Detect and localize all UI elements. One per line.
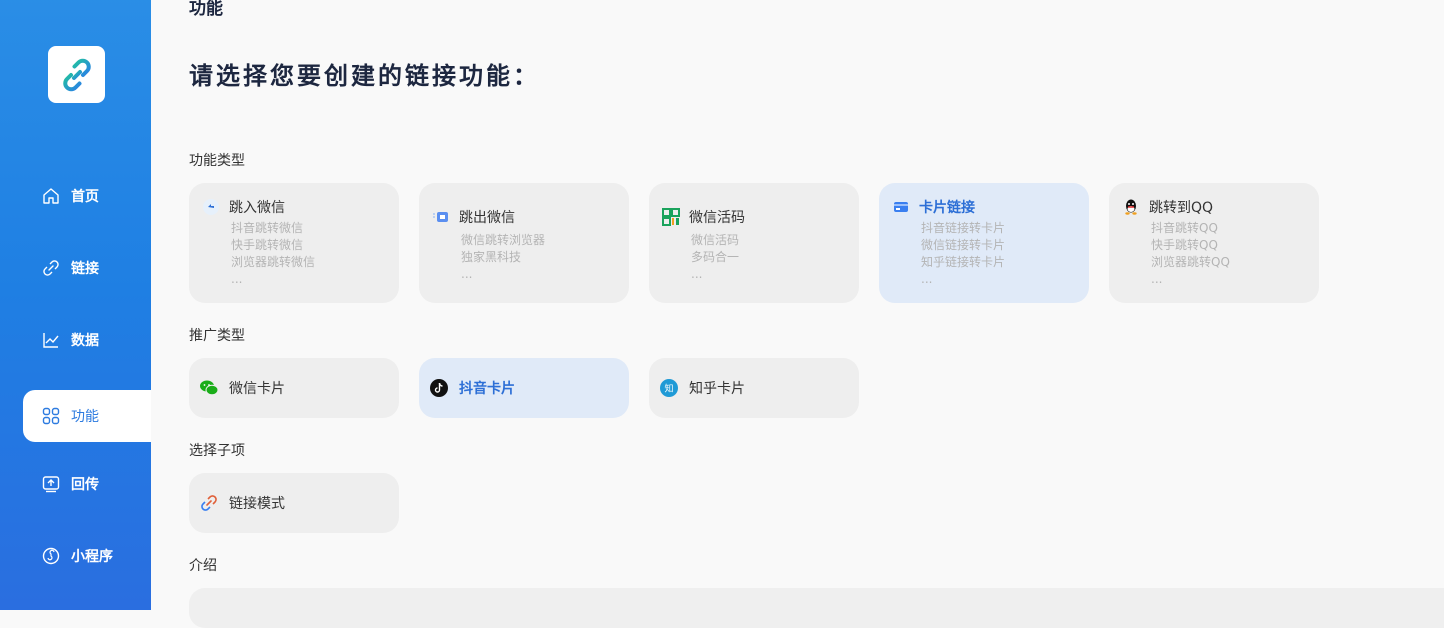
card-desc-line: 抖音跳转QQ	[1151, 220, 1307, 237]
section-sub-item: 选择子项	[189, 440, 245, 460]
promo-card-label: 微信卡片	[229, 378, 285, 398]
sidebar-item-label: 数据	[71, 330, 99, 350]
card-desc-line: 快手跳转QQ	[1151, 237, 1307, 254]
card-desc-line: 抖音链接转卡片	[921, 220, 1077, 237]
grid-icon	[41, 406, 61, 426]
sidebar-item-features[interactable]: 功能	[23, 390, 151, 442]
douyin-icon	[429, 378, 449, 398]
sidebar-item-link[interactable]: 链接	[23, 242, 151, 294]
function-card-jump-in[interactable]: 跳入微信 抖音跳转微信 快手跳转微信 浏览器跳转微信 ...	[189, 183, 399, 303]
sub-item-link-mode[interactable]: 链接模式	[189, 473, 399, 533]
qq-icon	[1121, 197, 1141, 217]
svg-text:知: 知	[664, 383, 673, 395]
function-card-qq[interactable]: 跳转到QQ 抖音跳转QQ 快手跳转QQ 浏览器跳转QQ ...	[1109, 183, 1319, 303]
section-promo-type: 推广类型	[189, 325, 245, 345]
function-card-card-link[interactable]: 卡片链接 抖音链接转卡片 微信链接转卡片 知乎链接转卡片 ...	[879, 183, 1089, 303]
card-icon	[891, 197, 911, 217]
card-desc-line: 微信跳转浏览器	[461, 232, 617, 249]
card-desc-line: 浏览器跳转微信	[231, 254, 387, 271]
card-title: 跳出微信	[459, 207, 515, 227]
card-desc-line: 多码合一	[691, 249, 847, 266]
card-desc-line: 浏览器跳转QQ	[1151, 254, 1307, 271]
sidebar-item-miniprogram[interactable]: 小程序	[23, 530, 151, 582]
zhihu-icon: 知	[659, 378, 679, 398]
card-title: 微信活码	[689, 207, 745, 227]
sidebar-item-home[interactable]: 首页	[23, 170, 151, 222]
card-title: 卡片链接	[919, 197, 975, 217]
promo-card-label: 知乎卡片	[689, 378, 745, 398]
card-desc-line: ...	[921, 271, 1077, 288]
card-desc-line: 微信链接转卡片	[921, 237, 1077, 254]
section-function-type: 功能类型	[189, 150, 245, 170]
card-desc-line: ...	[231, 271, 387, 288]
sidebar-item-label: 首页	[71, 186, 99, 206]
sidebar-item-label: 链接	[71, 258, 99, 278]
card-title: 跳转到QQ	[1149, 197, 1213, 217]
card-desc-line: 快手跳转微信	[231, 237, 387, 254]
card-desc-line: 微信活码	[691, 232, 847, 249]
logo-link-icon	[57, 55, 97, 95]
promo-card-wechat[interactable]: 微信卡片	[189, 358, 399, 418]
breadcrumb: 功能	[189, 0, 223, 19]
card-desc-line: ...	[691, 266, 847, 283]
promo-card-zhihu[interactable]: 知 知乎卡片	[649, 358, 859, 418]
card-title: 跳入微信	[229, 197, 285, 217]
card-desc-line: ...	[461, 266, 617, 283]
sidebar-item-label: 功能	[71, 406, 99, 426]
function-card-jump-out[interactable]: 跳出微信 微信跳转浏览器 独家黑科技 ...	[419, 183, 629, 303]
card-desc-line: ...	[1151, 271, 1307, 288]
upload-icon	[41, 474, 61, 494]
link-icon	[41, 258, 61, 278]
wechat-icon	[199, 378, 219, 398]
app-logo[interactable]	[48, 46, 105, 103]
home-icon	[41, 186, 61, 206]
promo-card-douyin[interactable]: 抖音卡片	[419, 358, 629, 418]
intro-panel	[189, 588, 1444, 628]
link-mode-icon	[199, 493, 219, 513]
qrcode-icon	[661, 207, 681, 227]
card-desc-line: 独家黑科技	[461, 249, 617, 266]
jump-out-icon	[431, 207, 451, 227]
section-intro: 介绍	[189, 555, 217, 575]
function-card-wechat-qrcode[interactable]: 微信活码 微信活码 多码合一 ...	[649, 183, 859, 303]
card-desc-line: 知乎链接转卡片	[921, 254, 1077, 271]
sidebar-item-callback[interactable]: 回传	[23, 458, 151, 510]
sidebar-item-data[interactable]: 数据	[23, 314, 151, 366]
sidebar: 首页 链接 数据 功能 回传 小程序	[0, 0, 151, 610]
card-desc-line: 抖音跳转微信	[231, 220, 387, 237]
jump-in-icon	[201, 197, 221, 217]
sub-item-label: 链接模式	[229, 493, 285, 513]
miniprogram-icon	[41, 546, 61, 566]
chart-icon	[41, 330, 61, 350]
page-title: 请选择您要创建的链接功能：	[189, 56, 540, 91]
promo-card-label: 抖音卡片	[459, 378, 515, 398]
main-content: 功能 请选择您要创建的链接功能： 功能类型 跳入微信 抖音跳转微信 快手跳转微信…	[151, 0, 1444, 604]
sidebar-item-label: 回传	[71, 474, 99, 494]
sidebar-item-label: 小程序	[71, 546, 113, 566]
